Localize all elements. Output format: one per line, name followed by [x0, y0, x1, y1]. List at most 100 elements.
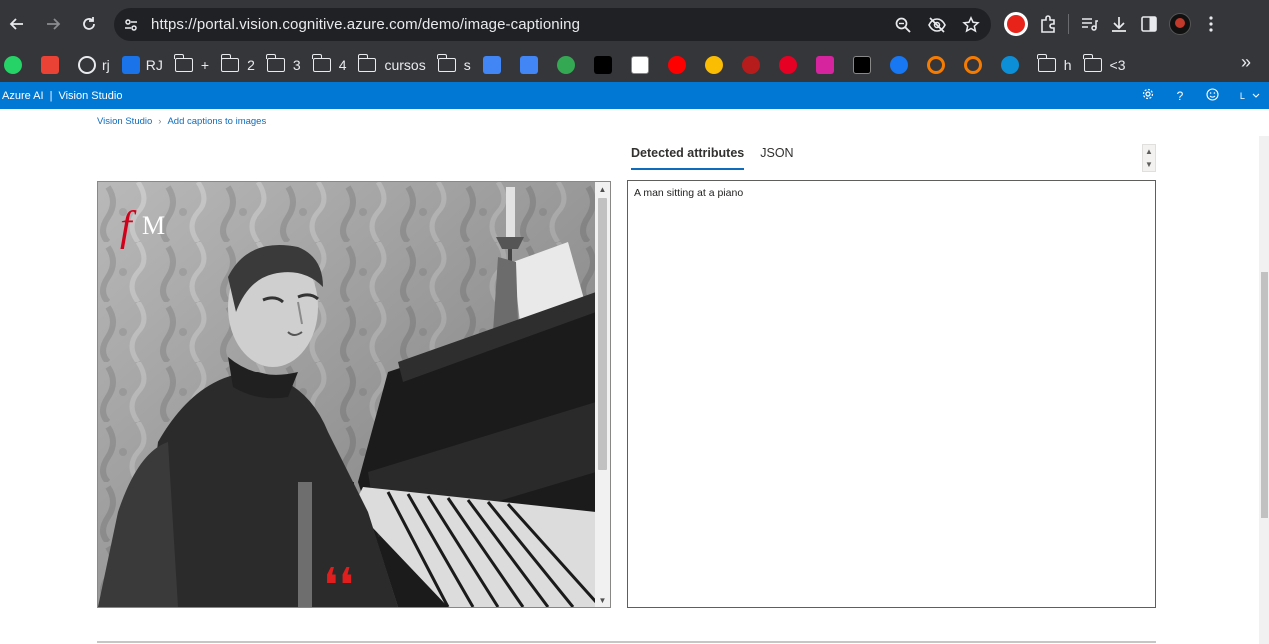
- bookmark-item[interactable]: [815, 51, 840, 79]
- bookmark-label: rj: [102, 57, 110, 73]
- bookmark-item[interactable]: [778, 51, 803, 79]
- caption-result-panel: A man sitting at a piano: [627, 180, 1156, 608]
- bookmark-item[interactable]: +: [174, 51, 210, 79]
- bookmark-item[interactable]: <3: [1082, 51, 1126, 79]
- edge-icon: [1000, 56, 1019, 74]
- orange-ring-icon: [926, 56, 945, 74]
- bookmark-item[interactable]: [926, 51, 951, 79]
- bookmark-item[interactable]: [41, 51, 65, 79]
- zoom-icon[interactable]: [893, 15, 913, 35]
- bookmark-item[interactable]: [852, 51, 877, 79]
- x-icon: [852, 56, 871, 74]
- feedback-smiley-icon[interactable]: [1205, 87, 1219, 104]
- url-text[interactable]: https://portal.vision.cognitive.azure.co…: [151, 16, 580, 33]
- adblock-extension-icon[interactable]: [1004, 12, 1028, 36]
- k-app-icon: [593, 56, 612, 74]
- azure-ai-brand[interactable]: Azure AI: [2, 90, 44, 102]
- folder-icon: [266, 54, 285, 72]
- youtube-icon: [667, 56, 686, 74]
- swirl-icon: [741, 56, 760, 74]
- site-settings-icon[interactable]: [123, 17, 139, 33]
- download-icon[interactable]: [1109, 14, 1129, 34]
- bookmark-label: +: [200, 57, 210, 73]
- instagram-icon: [815, 56, 834, 74]
- profile-avatar[interactable]: [1169, 13, 1191, 35]
- bookmark-item[interactable]: [593, 51, 618, 79]
- section-divider: [97, 641, 1156, 643]
- bookmarks-overflow-icon[interactable]: »: [1241, 52, 1251, 73]
- breadcrumb-current[interactable]: Add captions to images: [167, 116, 266, 127]
- gmail-icon: [41, 56, 59, 74]
- back-icon[interactable]: [4, 11, 30, 37]
- media-queue-icon[interactable]: [1079, 14, 1099, 34]
- calendar-icon: [482, 56, 501, 74]
- folder-icon: [220, 54, 240, 72]
- scroll-down-icon[interactable]: ▼: [595, 593, 610, 607]
- header-separator: |: [49, 89, 53, 102]
- breadcrumb-root[interactable]: Vision Studio: [97, 116, 152, 127]
- image-scroll-thumb[interactable]: [598, 198, 607, 470]
- star-icon[interactable]: [961, 15, 981, 35]
- address-bar[interactable]: https://portal.vision.cognitive.azure.co…: [114, 8, 991, 41]
- page-scroll-thumb[interactable]: [1261, 272, 1268, 518]
- bookmark-item[interactable]: h: [1037, 51, 1072, 79]
- result-tabs: Detected attributes JSON: [631, 146, 794, 170]
- breadcrumb-chevron: ›: [158, 116, 162, 127]
- piano-photo: f M ❛❛: [98, 182, 596, 607]
- bookmark-item[interactable]: [704, 51, 729, 79]
- whatsapp-icon: [4, 56, 22, 74]
- settings-icon[interactable]: [1141, 88, 1155, 103]
- bookmarks-bar: rj RJ +2 3 4 cursos s h <3 »: [0, 48, 1269, 82]
- bookmark-item[interactable]: [741, 51, 766, 79]
- bookmark-item[interactable]: [963, 51, 988, 79]
- vision-studio-title[interactable]: Vision Studio: [58, 90, 122, 102]
- bookmark-item[interactable]: [519, 51, 544, 79]
- bookmark-item[interactable]: [889, 51, 914, 79]
- spin-down-icon[interactable]: ▼: [1143, 158, 1155, 171]
- bookmark-label: <3: [1109, 57, 1126, 73]
- tab-detected-attributes[interactable]: Detected attributes: [631, 146, 745, 170]
- globe-icon: [78, 56, 96, 74]
- input-image-panel: f M ❛❛ ▲ ▼: [97, 181, 611, 608]
- help-icon[interactable]: ?: [1173, 89, 1187, 103]
- bookmark-item[interactable]: [556, 51, 581, 79]
- extensions-puzzle-icon[interactable]: [1038, 14, 1058, 34]
- bookmark-item[interactable]: [1000, 51, 1025, 79]
- tab-json[interactable]: JSON: [760, 146, 793, 170]
- folder-icon: [357, 54, 377, 72]
- bookmark-item[interactable]: 2: [220, 51, 255, 79]
- panel-spin-control[interactable]: ▲ ▼: [1142, 144, 1156, 172]
- bookmark-item[interactable]: 3: [266, 51, 301, 79]
- kebab-menu-icon[interactable]: [1201, 14, 1221, 34]
- bookmark-item[interactable]: rj: [78, 51, 110, 79]
- bookmark-label: 2: [247, 57, 255, 73]
- folder-icon: [1082, 54, 1102, 72]
- account-icon[interactable]: L: [1237, 91, 1263, 101]
- bookmark-label: 4: [338, 57, 347, 73]
- bookmark-item[interactable]: [482, 51, 507, 79]
- bookmark-item[interactable]: s: [437, 51, 471, 79]
- image-scrollbar[interactable]: ▲ ▼: [595, 182, 610, 607]
- side-panel-icon[interactable]: [1139, 14, 1159, 34]
- quote-mark: ❛❛: [323, 558, 354, 607]
- bookmark-label: RJ: [145, 57, 163, 73]
- page-scrollbar[interactable]: [1259, 136, 1269, 644]
- bookmark-item[interactable]: [667, 51, 692, 79]
- folder-icon: [312, 54, 331, 72]
- bookmark-item[interactable]: [630, 51, 655, 79]
- folder-icon: [174, 54, 193, 72]
- browser-toolbar: https://portal.vision.cognitive.azure.co…: [0, 0, 1269, 48]
- account-initial: L: [1239, 90, 1245, 101]
- azure-header: Azure AI | Vision Studio ? L: [0, 82, 1269, 109]
- forward-icon[interactable]: [40, 11, 66, 37]
- rj-app-icon: [121, 56, 140, 74]
- scroll-up-icon[interactable]: ▲: [595, 182, 610, 196]
- spin-up-icon[interactable]: ▲: [1143, 145, 1155, 158]
- bookmark-item[interactable]: RJ: [121, 51, 163, 79]
- bookmark-item[interactable]: cursos: [357, 51, 426, 79]
- bookmark-item[interactable]: [4, 51, 28, 79]
- amazon-icon: [630, 56, 649, 74]
- bookmark-item[interactable]: 4: [312, 51, 347, 79]
- reload-icon[interactable]: [76, 11, 102, 37]
- eye-off-icon[interactable]: [927, 15, 947, 35]
